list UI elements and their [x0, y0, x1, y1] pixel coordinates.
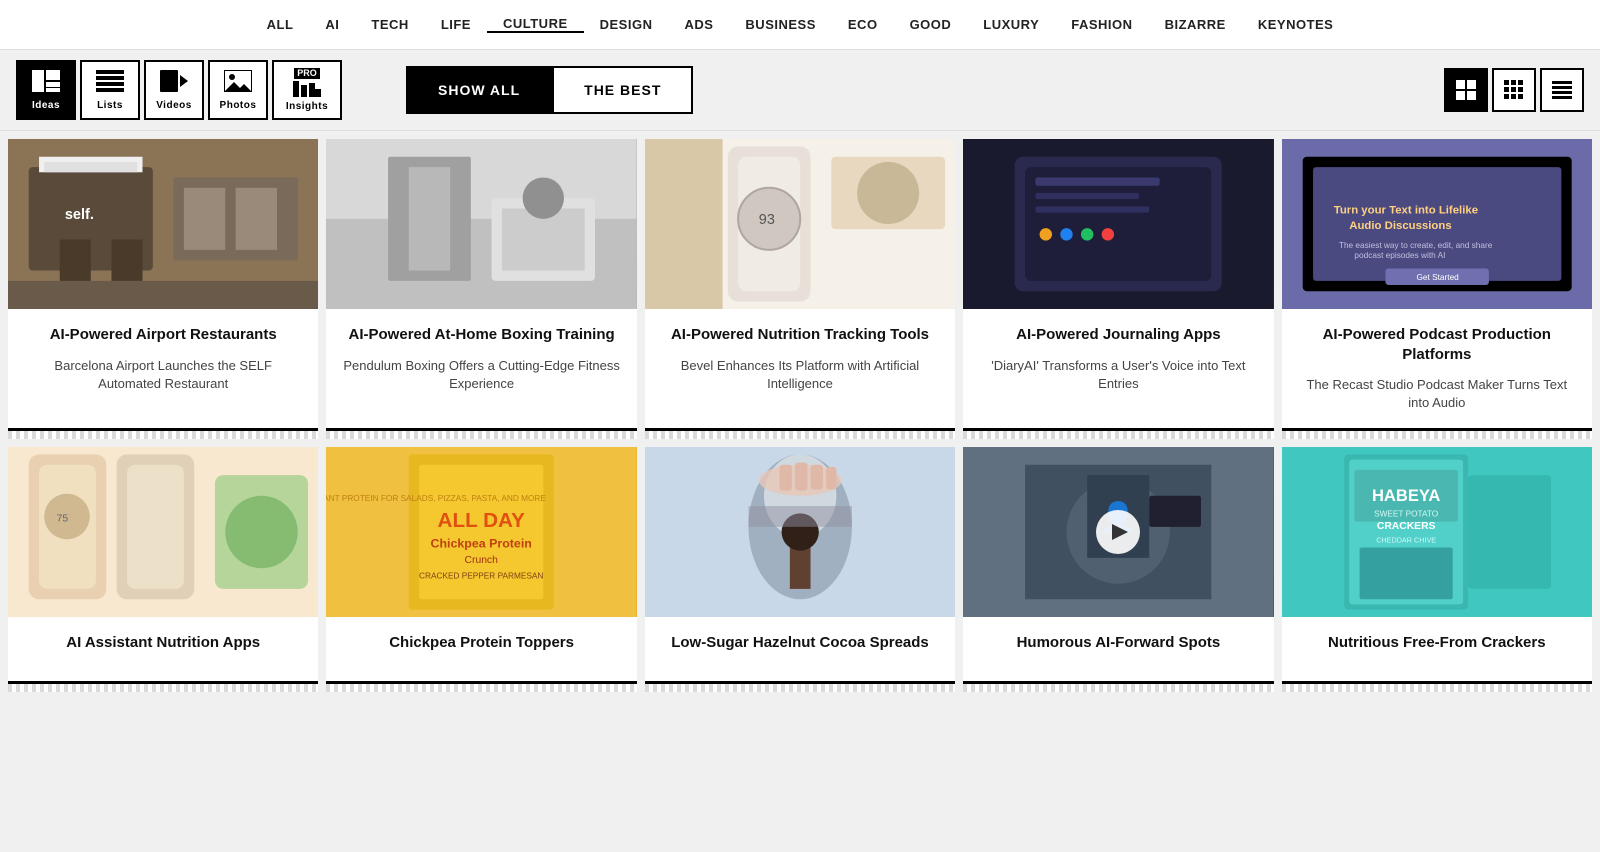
nav-tech[interactable]: TECH — [355, 17, 424, 32]
nav-good[interactable]: GOOD — [894, 17, 968, 32]
card-image-boxing — [326, 139, 636, 309]
top-navigation: ALL AI TECH LIFE CULTURE DESIGN ADS BUSI… — [0, 0, 1600, 50]
card-sub-boxing: Pendulum Boxing Offers a Cutting-Edge Fi… — [342, 357, 620, 393]
svg-text:Get Started: Get Started — [1416, 273, 1459, 282]
card-humorous[interactable]: 👤 Humorous AI-Forward Spots — [963, 447, 1273, 692]
svg-text:The easiest way to create, edi: The easiest way to create, edit, and sha… — [1338, 241, 1492, 250]
card-sub-podcast: The Recast Studio Podcast Maker Turns Te… — [1298, 376, 1576, 412]
photos-label: Photos — [220, 100, 257, 111]
card-boxing[interactable]: AI-Powered At-Home Boxing Training Pendu… — [326, 139, 636, 439]
svg-text:93: 93 — [759, 212, 775, 228]
svg-text:Audio Discussions: Audio Discussions — [1349, 220, 1451, 232]
svg-text:self.: self. — [65, 207, 94, 223]
nav-bizarre[interactable]: BIZARRE — [1149, 17, 1242, 32]
nav-eco[interactable]: ECO — [832, 17, 894, 32]
svg-text:Chickpea Protein: Chickpea Protein — [431, 537, 532, 551]
nav-design[interactable]: DESIGN — [584, 17, 669, 32]
view-insights-button[interactable]: PRO Insights — [272, 60, 342, 120]
card-image-crackers: HABEYA SWEET POTATO CRACKERS CHEDDAR CHI… — [1282, 447, 1592, 617]
nav-ai[interactable]: AI — [309, 17, 355, 32]
videos-icon — [160, 70, 188, 96]
view-photos-button[interactable]: Photos — [208, 60, 268, 120]
card-podcast[interactable]: Turn your Text into Lifelike Audio Discu… — [1282, 139, 1592, 439]
svg-text:ALL DAY: ALL DAY — [438, 509, 526, 532]
card-title-nutrition: AI-Powered Nutrition Tracking Tools — [661, 325, 939, 345]
svg-text:Crunch: Crunch — [465, 555, 499, 566]
card-image-ai-nutrition: 75 — [8, 447, 318, 617]
videos-label: Videos — [156, 100, 192, 111]
card-sub-airport: Barcelona Airport Launches the SELF Auto… — [24, 357, 302, 393]
card-ai-nutrition[interactable]: 75 AI Assistant Nutrition Apps — [8, 447, 318, 692]
nav-luxury[interactable]: LUXURY — [967, 17, 1055, 32]
card-sub-journal: 'DiaryAI' Transforms a User's Voice into… — [979, 357, 1257, 393]
nav-ads[interactable]: ADS — [668, 17, 729, 32]
card-title-hazelnut: Low-Sugar Hazelnut Cocoa Spreads — [661, 633, 939, 653]
card-hazelnut[interactable]: Low-Sugar Hazelnut Cocoa Spreads — [645, 447, 955, 692]
card-title-ai-nutrition: AI Assistant Nutrition Apps — [24, 633, 302, 653]
svg-text:PLANT PROTEIN FOR SALADS, PIZZ: PLANT PROTEIN FOR SALADS, PIZZAS, PASTA,… — [326, 494, 546, 503]
nav-all[interactable]: ALL — [251, 17, 310, 32]
card-image-podcast: Turn your Text into Lifelike Audio Discu… — [1282, 139, 1592, 309]
nav-fashion[interactable]: FASHION — [1055, 17, 1148, 32]
layout-list-button[interactable] — [1540, 68, 1584, 112]
card-image-chickpea: PLANT PROTEIN FOR SALADS, PIZZAS, PASTA,… — [326, 447, 636, 617]
svg-text:75: 75 — [57, 514, 69, 525]
toolbar: Ideas Lists Videos — [0, 50, 1600, 131]
the-best-button[interactable]: THE BEST — [552, 66, 693, 114]
view-lists-button[interactable]: Lists — [80, 60, 140, 120]
nav-keynotes[interactable]: KEYNOTES — [1242, 17, 1350, 32]
nav-business[interactable]: BUSINESS — [729, 17, 831, 32]
card-title-journal: AI-Powered Journaling Apps — [979, 325, 1257, 345]
insights-label: Insights — [286, 101, 328, 112]
card-chickpea[interactable]: PLANT PROTEIN FOR SALADS, PIZZAS, PASTA,… — [326, 447, 636, 692]
card-sub-nutrition: Bevel Enhances Its Platform with Artific… — [661, 357, 939, 393]
card-nutrition[interactable]: 93 AI-Powered Nutrition Tracking Tools B… — [645, 139, 955, 439]
nav-life[interactable]: LIFE — [425, 17, 487, 32]
svg-text:podcast episodes with AI: podcast episodes with AI — [1354, 251, 1445, 260]
card-crackers[interactable]: HABEYA SWEET POTATO CRACKERS CHEDDAR CHI… — [1282, 447, 1592, 692]
card-journal[interactable]: AI-Powered Journaling Apps 'DiaryAI' Tra… — [963, 139, 1273, 439]
ideas-icon — [32, 70, 60, 96]
card-title-podcast: AI-Powered Podcast Production Platforms — [1298, 325, 1576, 364]
card-image-nutrition: 93 — [645, 139, 955, 309]
filter-buttons: SHOW ALL THE BEST — [406, 66, 693, 114]
view-ideas-button[interactable]: Ideas — [16, 60, 76, 120]
svg-text:Turn your Text into Lifelike: Turn your Text into Lifelike — [1333, 205, 1477, 217]
photos-icon — [224, 70, 252, 96]
layout-small-grid-button[interactable] — [1492, 68, 1536, 112]
svg-text:CHEDDAR CHIVE: CHEDDAR CHIVE — [1376, 536, 1436, 545]
view-type-selector: Ideas Lists Videos — [16, 60, 342, 120]
card-image-hazelnut — [645, 447, 955, 617]
card-image-humorous: 👤 — [963, 447, 1273, 617]
insights-icon: PRO — [293, 68, 321, 97]
layout-selector — [1444, 68, 1584, 112]
lists-icon — [96, 70, 124, 96]
pro-badge: PRO — [294, 68, 320, 79]
svg-text:CRACKED PEPPER PARMESAN: CRACKED PEPPER PARMESAN — [419, 572, 543, 581]
ideas-label: Ideas — [32, 100, 60, 111]
view-videos-button[interactable]: Videos — [144, 60, 204, 120]
svg-text:CRACKERS: CRACKERS — [1376, 521, 1435, 532]
nav-culture[interactable]: CULTURE — [487, 16, 584, 33]
card-image-airport: self. — [8, 139, 318, 309]
card-title-airport: AI-Powered Airport Restaurants — [24, 325, 302, 345]
layout-grid-button[interactable] — [1444, 68, 1488, 112]
card-image-journal — [963, 139, 1273, 309]
card-title-chickpea: Chickpea Protein Toppers — [342, 633, 620, 653]
play-button[interactable] — [1096, 510, 1140, 554]
card-airport[interactable]: self. AI-Powered Airport Restaurants Bar… — [8, 139, 318, 439]
card-title-humorous: Humorous AI-Forward Spots — [979, 633, 1257, 653]
lists-label: Lists — [97, 100, 123, 111]
svg-text:HABEYA: HABEYA — [1372, 486, 1440, 505]
content-grid: self. AI-Powered Airport Restaurants Bar… — [0, 131, 1600, 700]
svg-text:SWEET POTATO: SWEET POTATO — [1374, 510, 1439, 519]
card-title-crackers: Nutritious Free-From Crackers — [1298, 633, 1576, 653]
show-all-button[interactable]: SHOW ALL — [406, 66, 552, 114]
card-title-boxing: AI-Powered At-Home Boxing Training — [342, 325, 620, 345]
